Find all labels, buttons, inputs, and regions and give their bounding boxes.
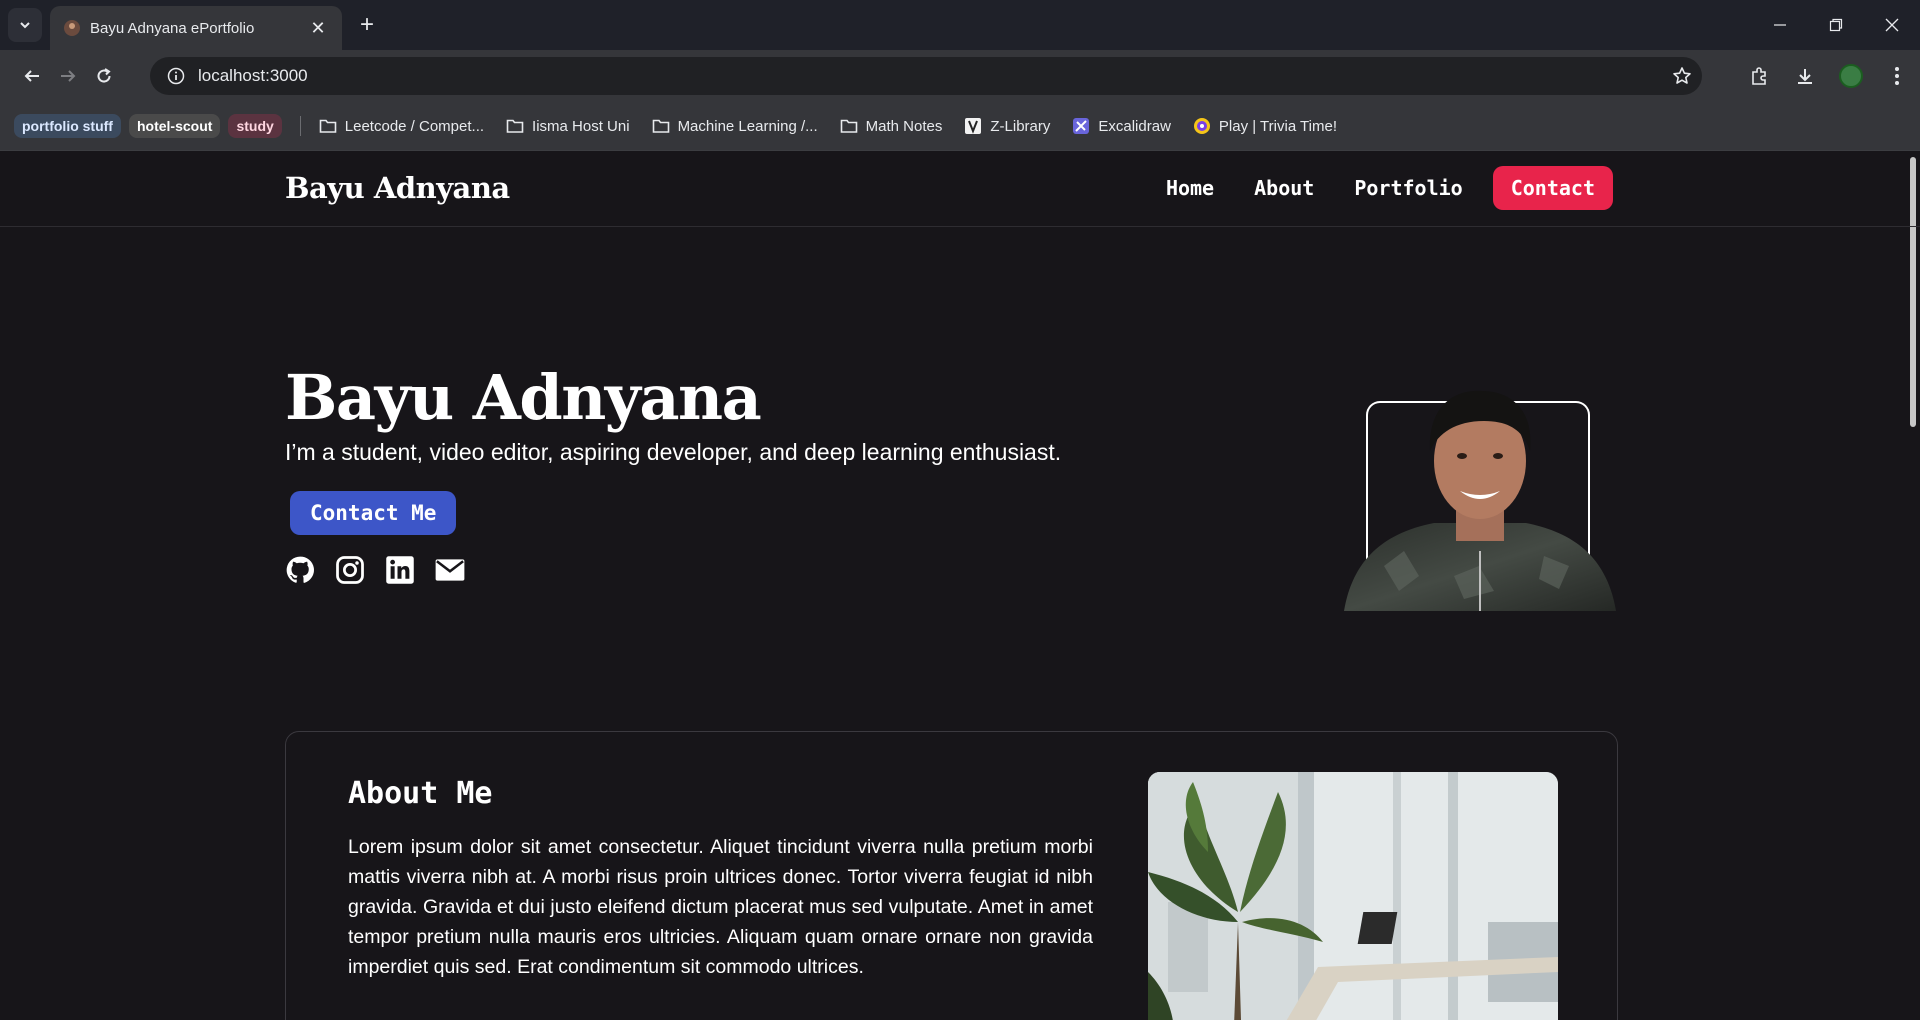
tab-strip: Bayu Adnyana ePortfolio ✕ + [0,0,1920,50]
about-section: About Me Lorem ipsum dolor sit amet cons… [285,731,1618,1020]
trivia-icon [1193,117,1211,135]
zlibrary-icon [964,117,982,135]
profile-photo [1344,390,1616,611]
more-vert-icon [1895,67,1899,85]
social-links [285,555,465,585]
linkedin-icon[interactable] [385,555,415,585]
site-navbar: Bayu Adnyana Home About Portfolio Contac… [0,151,1920,227]
window-controls [1752,0,1920,50]
favicon-icon [64,20,80,36]
folder-icon [652,117,670,135]
arrow-left-icon [24,70,39,82]
downloads-button[interactable] [1782,57,1828,95]
excalidraw-icon [1072,117,1090,135]
folder-icon [506,117,524,135]
tab-title: Bayu Adnyana ePortfolio [90,19,255,37]
tab-close-button[interactable]: ✕ [308,18,328,39]
close-icon [1885,18,1899,32]
github-icon[interactable] [285,555,315,585]
toolbar-right [1736,57,1920,95]
site-brand[interactable]: Bayu Adnyana [285,171,510,205]
hero-title: Bayu Adnyana [285,361,762,434]
bookmark-label: Iisma Host Uni [532,117,630,135]
browser-toolbar: localhost:3000 [0,50,1920,102]
bookmark-label: Excalidraw [1098,117,1171,135]
bookmark-item[interactable]: Iisma Host Uni [506,117,630,135]
minimize-button[interactable] [1752,0,1808,50]
nav-home[interactable]: Home [1146,166,1234,210]
download-icon [1798,69,1812,84]
bookmark-label: Play | Trivia Time! [1218,117,1337,135]
bookmark-label: Z-Library [990,117,1051,135]
bookmarks-bar: portfolio stuff hotel-scout study Leetcode … [0,102,1920,151]
instagram-icon[interactable] [335,555,365,585]
bookmark-item[interactable]: Machine Learning /... [652,117,818,135]
chevron-down-icon [20,22,30,29]
bookmarks-separator [299,116,301,136]
menu-button[interactable] [1874,57,1920,95]
hero-subtitle: I’m a student, video editor, aspiring de… [285,439,1062,465]
folder-icon [840,117,858,135]
back-button[interactable] [14,58,50,94]
bookmark-item[interactable]: Leetcode / Compet... [319,117,484,135]
mail-icon[interactable] [435,555,465,585]
arrow-right-icon [61,70,76,82]
nav-portfolio[interactable]: Portfolio [1334,166,1482,210]
bookmark-item[interactable]: Math Notes [840,117,943,135]
site-info-icon[interactable] [164,64,188,88]
bookmark-item[interactable]: Play | Trivia Time! [1193,117,1337,135]
contact-me-button[interactable]: Contact Me [290,491,457,535]
bookmark-group-chip[interactable]: hotel-scout [128,114,221,138]
about-body: Lorem ipsum dolor sit amet consectetur. … [348,836,1093,978]
folder-icon [319,117,337,135]
about-title: About Me [348,776,493,811]
url-text: localhost:3000 [198,66,308,85]
bookmark-group-chip[interactable]: study [228,114,282,138]
tab-search-button[interactable] [8,8,42,42]
bookmark-label: Math Notes [865,117,943,135]
puzzle-icon [1752,67,1766,85]
new-tab-button[interactable]: + [352,10,382,40]
bookmark-item[interactable]: Excalidraw [1072,117,1171,135]
minimize-icon [1774,24,1786,26]
bookmark-label: Leetcode / Compet... [344,117,485,135]
nav-about[interactable]: About [1234,166,1334,210]
office-photo [1148,772,1558,1020]
nav-contact-button[interactable]: Contact [1492,166,1613,210]
browser-tab[interactable]: Bayu Adnyana ePortfolio ✕ [50,6,342,50]
restore-icon [1829,18,1843,32]
bookmark-star-icon[interactable] [1662,66,1702,86]
bookmark-group-chip[interactable]: portfolio stuff [14,114,121,138]
address-bar[interactable]: localhost:3000 [150,57,1702,95]
profile-button[interactable] [1828,57,1874,95]
close-window-button[interactable] [1864,0,1920,50]
avatar [1839,64,1863,88]
browser-chrome: Bayu Adnyana ePortfolio ✕ + localhost:30… [0,0,1920,151]
restore-button[interactable] [1808,0,1864,50]
reload-icon [97,68,111,83]
extensions-button[interactable] [1736,57,1782,95]
page-viewport: Bayu Adnyana Home About Portfolio Contac… [0,151,1920,1020]
site-nav-links: Home About Portfolio Contact [1146,166,1613,210]
bookmark-item[interactable]: Z-Library [964,117,1050,135]
bookmark-label: Machine Learning /... [677,117,818,135]
reload-button[interactable] [86,58,122,94]
forward-button[interactable] [50,58,86,94]
